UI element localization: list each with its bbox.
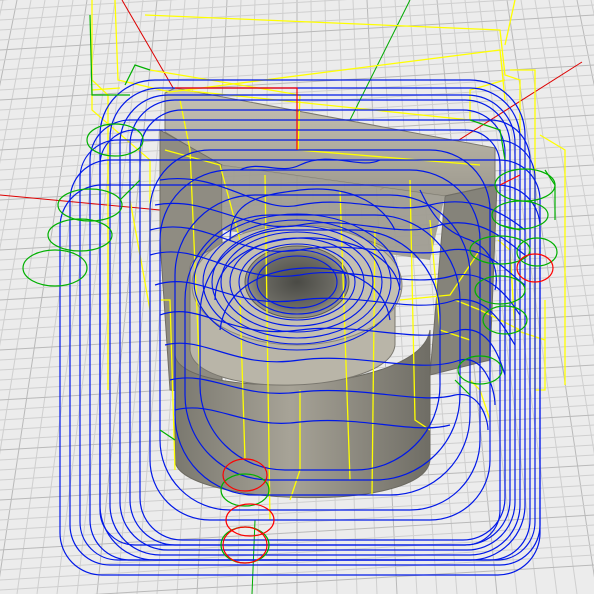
y-axis-line	[251, 519, 256, 594]
scene-canvas[interactable]	[0, 0, 594, 594]
bore-hole	[244, 245, 350, 319]
3d-viewport[interactable]	[0, 0, 594, 594]
rapid-move[interactable]	[504, 0, 516, 46]
grid-line	[0, 0, 4, 17]
